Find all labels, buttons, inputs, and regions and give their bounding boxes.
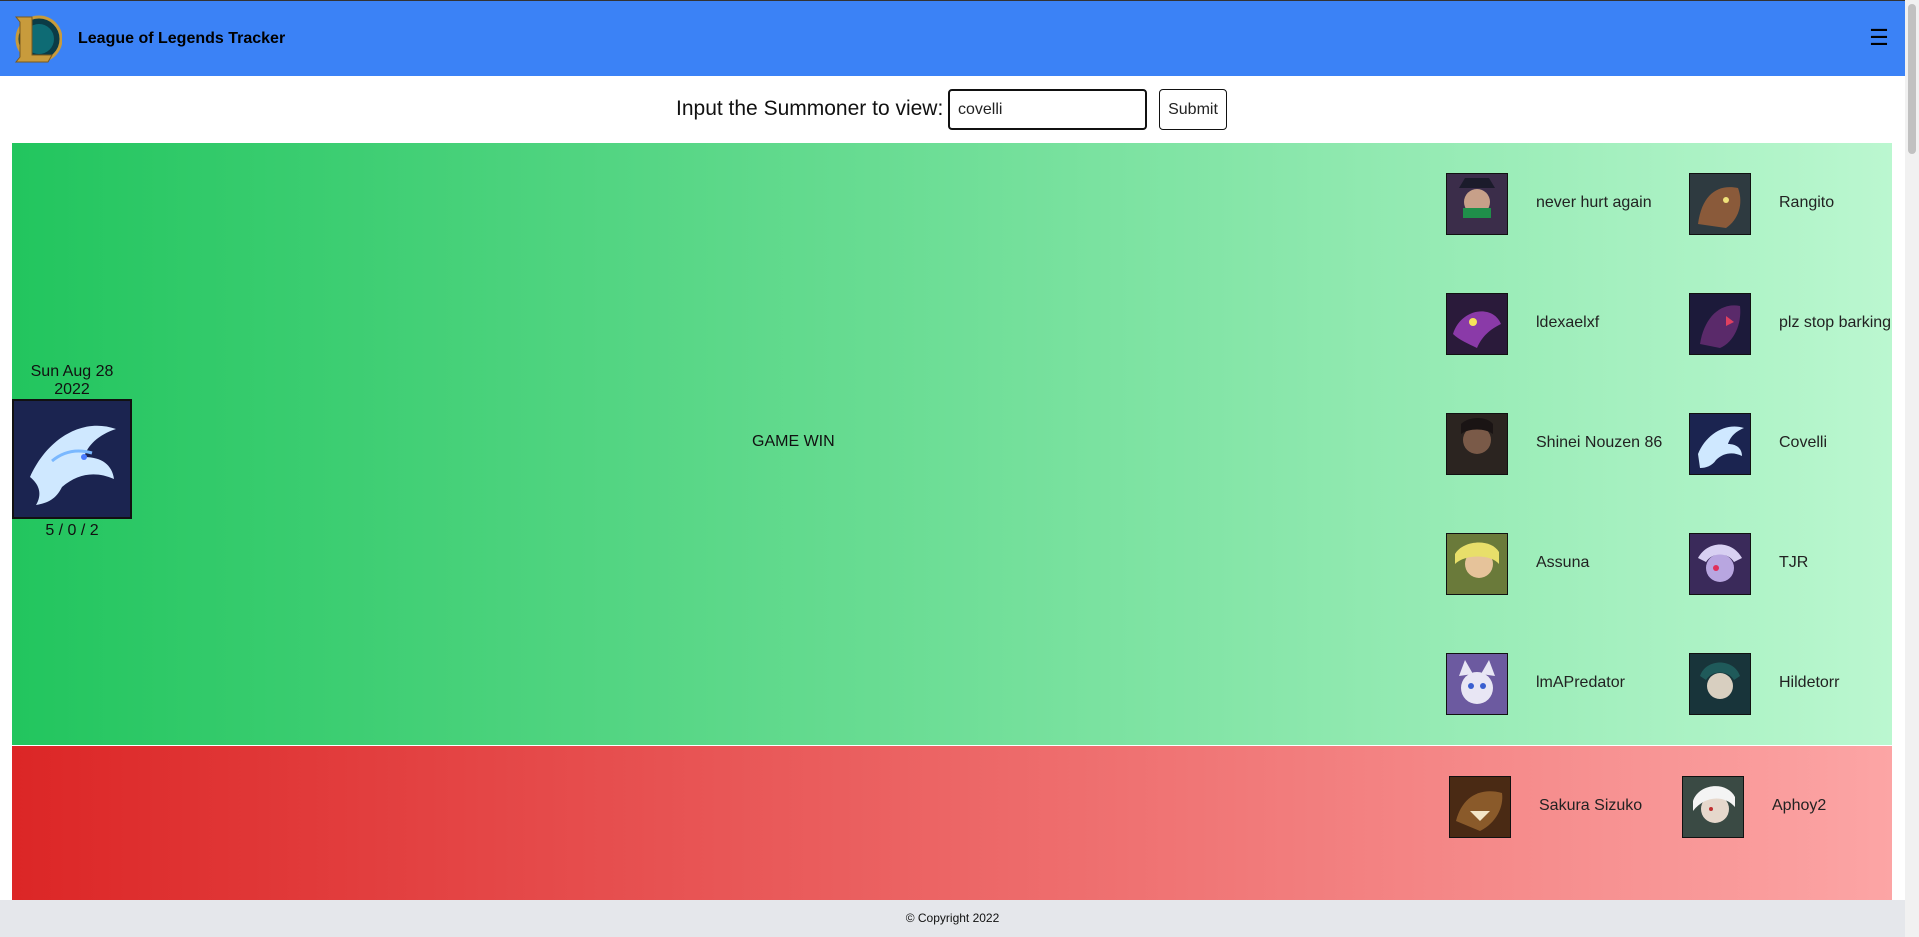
hamburger-menu-icon[interactable]: ☰	[1869, 27, 1889, 49]
renekton-icon	[1449, 776, 1511, 838]
participant-name: Aphoy2	[1772, 797, 1827, 814]
participant-name: TJR	[1779, 554, 1809, 571]
participant[interactable]: lmAPredator	[1446, 653, 1686, 715]
participant[interactable]: Shinei Nouzen 86	[1446, 413, 1686, 475]
participant[interactable]: plz stop barking	[1689, 293, 1919, 355]
tristana-icon	[1689, 533, 1751, 595]
akali-icon	[1446, 173, 1508, 235]
participant[interactable]: TJR	[1689, 533, 1919, 595]
summoner-search: Input the Summoner to view: Submit	[0, 76, 1905, 142]
elise-icon	[1689, 653, 1751, 715]
participant[interactable]: never hurt again	[1446, 173, 1686, 235]
participant-name: Hildetorr	[1779, 674, 1840, 691]
anivia-icon	[1689, 413, 1751, 475]
lux-icon	[1446, 533, 1508, 595]
search-label: Input the Summoner to view:	[676, 97, 944, 120]
participant[interactable]: Rangito	[1689, 173, 1919, 235]
copyright-text: © Copyright 2022	[905, 911, 1000, 925]
riven-icon	[1682, 776, 1744, 838]
participant-name: Shinei Nouzen 86	[1536, 434, 1663, 451]
warwick-icon	[1689, 173, 1751, 235]
yuumi-icon	[1446, 653, 1508, 715]
participant[interactable]: Sakura Sizuko	[1449, 776, 1689, 838]
page-footer: © Copyright 2022	[0, 900, 1905, 937]
participant[interactable]: ldexaelxf	[1446, 293, 1686, 355]
league-logo-icon[interactable]	[12, 13, 62, 65]
participant-name: plz stop barking	[1779, 314, 1892, 331]
khazix-icon	[1689, 293, 1751, 355]
participant-name: Sakura Sizuko	[1539, 797, 1643, 814]
participant-name: never hurt again	[1536, 194, 1652, 211]
participant-name: lmAPredator	[1536, 674, 1625, 691]
app-title[interactable]: League of Legends Tracker	[78, 30, 285, 48]
match-card-win: Sun Aug 28 2022 5 / 0 / 2 GAME WIN never…	[12, 143, 1892, 745]
match-participants: Sakura Sizuko Aphoy2	[12, 746, 1892, 900]
chogath-icon	[1446, 293, 1508, 355]
match-participants: never hurt again ldexaelxf Shinei Nouzen…	[12, 143, 1892, 745]
participant[interactable]: Covelli	[1689, 413, 1919, 475]
participant-name: ldexaelxf	[1536, 314, 1600, 331]
scrollbar-thumb[interactable]	[1908, 4, 1916, 154]
participant-name: Assuna	[1536, 554, 1590, 571]
participant-name: Covelli	[1779, 434, 1828, 451]
sylas-icon	[1446, 413, 1508, 475]
summoner-input[interactable]	[948, 89, 1147, 130]
participant[interactable]: Assuna	[1446, 533, 1686, 595]
participant[interactable]: Aphoy2	[1682, 776, 1919, 838]
top-navbar: League of Legends Tracker ☰	[0, 0, 1905, 76]
match-card-loss: Sakura Sizuko Aphoy2	[12, 746, 1892, 900]
submit-button[interactable]: Submit	[1159, 89, 1227, 130]
participant[interactable]: Hildetorr	[1689, 653, 1919, 715]
participant-name: Rangito	[1779, 194, 1835, 211]
